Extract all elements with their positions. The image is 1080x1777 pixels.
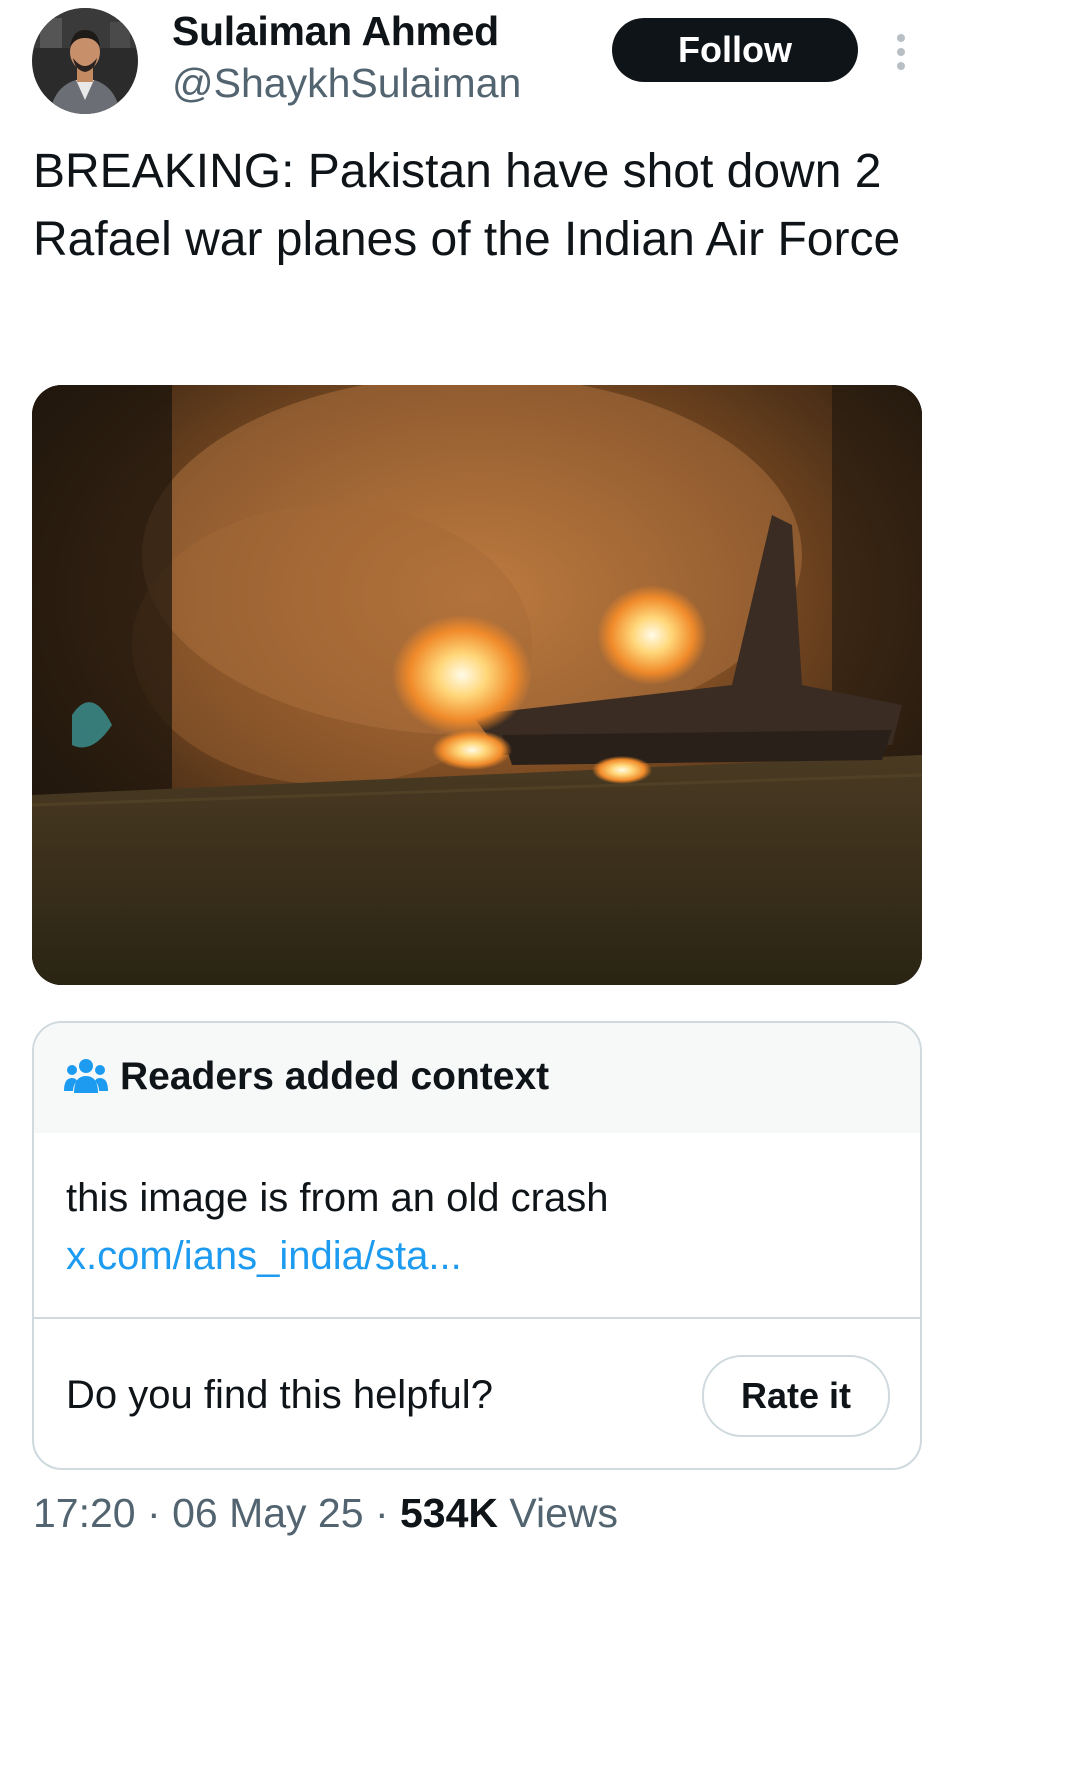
author-avatar[interactable] (32, 8, 138, 114)
meta-separator: · (147, 1490, 161, 1536)
burning-jet-photo (32, 385, 922, 985)
meta-separator: · (374, 1490, 389, 1536)
tweet-time[interactable]: 17:20 (33, 1490, 136, 1536)
author-display-name[interactable]: Sulaiman Ahmed (172, 8, 499, 55)
note-source-link[interactable]: x.com/ians_india/sta... (66, 1234, 462, 1278)
rate-it-button[interactable]: Rate it (702, 1355, 890, 1437)
helpful-question: Do you find this helpful? (66, 1373, 493, 1417)
note-title: Readers added context (120, 1055, 550, 1098)
note-header: Readers added context (34, 1023, 920, 1133)
tweet-date[interactable]: 06 May 25 (172, 1490, 363, 1536)
avatar-image (32, 8, 138, 114)
views-label: Views (509, 1490, 619, 1536)
tweet-text: BREAKING: Pakistan have shot down 2 Rafa… (33, 145, 901, 266)
community-note: Readers added context this image is from… (32, 1021, 922, 1470)
author-handle[interactable]: @ShaykhSulaiman (172, 60, 521, 107)
more-vertical-icon (897, 34, 905, 70)
views-count[interactable]: 534K (400, 1490, 498, 1536)
note-body: this image is from an old crash x.com/ia… (66, 1169, 886, 1285)
note-body-text: this image is from an old crash (66, 1176, 609, 1220)
follow-button[interactable]: Follow (612, 18, 858, 82)
tweet-meta: 17:20 · 06 May 25 · 534K Views (33, 1490, 618, 1537)
more-options-button[interactable] (886, 30, 916, 74)
tweet-media[interactable] (32, 385, 922, 985)
note-divider (34, 1317, 920, 1319)
people-icon (64, 1059, 108, 1093)
